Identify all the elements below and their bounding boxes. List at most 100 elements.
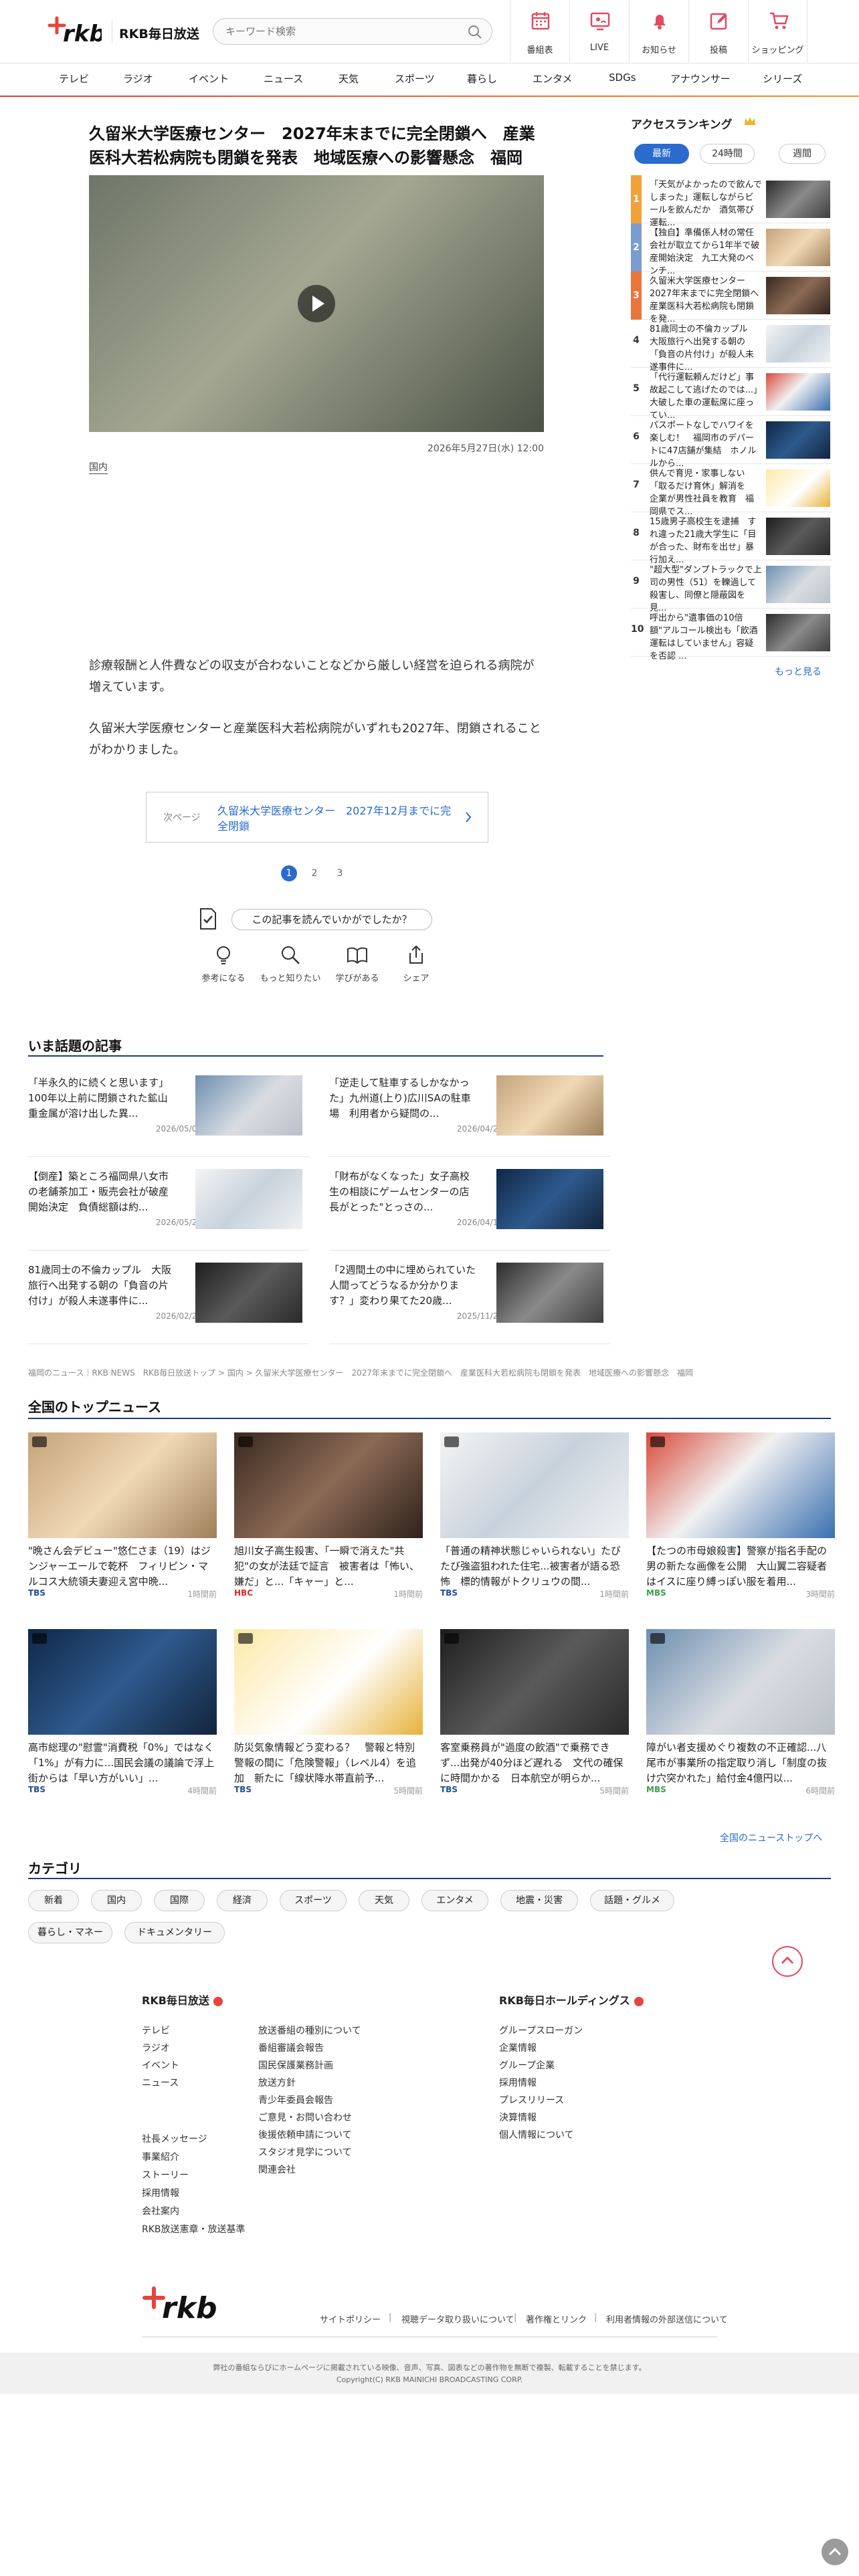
scroll-top-floating-button[interactable] bbox=[822, 2539, 848, 2565]
topnews-card[interactable]: 旭川女子高生殺害、「一瞬で消えた"共犯"の女が法廷で証言 被害者は「怖い、嫌だ」… bbox=[234, 1432, 423, 1600]
breadcrumb[interactable]: 福岡のニュース｜RKB NEWS RKB毎日放送トップ > 国内 > 久留米大学… bbox=[28, 1367, 764, 1378]
nav-notice[interactable]: お知らせ bbox=[629, 0, 688, 64]
nav-live[interactable]: LIVE bbox=[569, 0, 629, 64]
ima-article[interactable]: 「逆走して駐車するしかなかった」九州道(上り)広川SAの駐車場 利用者から疑問の… bbox=[329, 1070, 610, 1157]
footer-holdings-title[interactable]: RKB毎日ホールディングス bbox=[499, 1992, 644, 2008]
topnews-card[interactable]: 障がい者支援めぐり複数の不正確認...八尾市が事業所の指定取り消し「制度の抜け穴… bbox=[646, 1629, 835, 1796]
ranking-item[interactable]: 5 「代行運転頼んだけど」事故起こして逃げたのでは...」大破した車の運転席に座っ… bbox=[631, 368, 832, 421]
ranking-item[interactable]: 8 15歳男子高校生を逮捕 すれ違った21歳大学生に「目が合った、財布を出せ」暴行… bbox=[631, 512, 832, 565]
page-1[interactable]: 1 bbox=[281, 865, 297, 881]
next-page-link[interactable]: 次ページ 久留米大学医療センター 2027年12月までに完全閉鎖 bbox=[146, 792, 488, 843]
cat-weather[interactable]: 天気 bbox=[339, 72, 359, 86]
footer-link[interactable]: 後援依頼申請について bbox=[258, 2128, 352, 2141]
category-chip[interactable]: ドキュメンタリー bbox=[124, 1922, 225, 1943]
ranking-tab-24h[interactable]: 24時間 bbox=[700, 144, 755, 164]
footer-link[interactable]: 企業情報 bbox=[499, 2041, 537, 2054]
footer-link[interactable]: 青少年委員会報告 bbox=[258, 2093, 333, 2107]
cat-entame[interactable]: エンタメ bbox=[533, 72, 573, 86]
ranking-tab-weekly[interactable]: 週間 bbox=[779, 144, 826, 164]
footer-link[interactable]: 採用情報 bbox=[142, 2186, 179, 2199]
page-2[interactable]: 2 bbox=[306, 865, 322, 881]
topnews-card[interactable]: 高市総理の"慰霊"消費税「0%」ではなく「1%」が有力に...国民会議の議論で浮… bbox=[28, 1629, 224, 1796]
footer-link[interactable]: 事業紹介 bbox=[142, 2150, 179, 2163]
nav-program-guide[interactable]: 番組表 bbox=[510, 0, 569, 64]
footer-link[interactable]: 会社案内 bbox=[142, 2204, 179, 2218]
ranking-item[interactable]: 6 パスポートなしでハワイを楽しむ！ 福岡市のデパートに47店舗が集結 ホノルルか… bbox=[631, 416, 832, 469]
category-chip[interactable]: 国内 bbox=[91, 1890, 142, 1911]
cat-sdgs[interactable]: SDGs bbox=[609, 72, 636, 84]
footer-rkb-title[interactable]: RKB毎日放送 bbox=[142, 1992, 223, 2008]
category-chip[interactable]: 新着 bbox=[28, 1890, 79, 1911]
topnews-card[interactable]: 【たつの市母娘殺害】警察が指名手配の男の新たな画像を公開 大山翼二容疑者はイスに… bbox=[646, 1432, 835, 1600]
ranking-item[interactable]: 2 【独自】準備係人材の常任会社が取立てから1年半で破産開始決定 九工大発のベンチ… bbox=[631, 223, 832, 276]
ima-article[interactable]: 【倒産】築ところ福岡県八女市の老舗茶加工・販売会社が破産開始決定 負債総額は約.… bbox=[28, 1164, 309, 1251]
footer-link[interactable]: 採用情報 bbox=[499, 2076, 537, 2089]
brand-name[interactable]: RKB毎日放送 bbox=[119, 24, 199, 42]
footer-rkb-logo[interactable]: rkb bbox=[142, 2284, 222, 2325]
category-chip[interactable]: 経済 bbox=[217, 1890, 268, 1911]
footer-link[interactable]: イベント bbox=[142, 2058, 179, 2072]
topnews-card[interactable]: 防災気象情報どう変わる？ 警報と特別警報の間に「危険警報」（レベル4）を追加 新… bbox=[234, 1629, 423, 1796]
ranking-item[interactable]: 10 呼出から"遺事価の10倍額"アルコール検出も「飲酒運転はしていません」容疑を… bbox=[631, 609, 832, 661]
nav-post[interactable]: 投稿 bbox=[688, 0, 748, 64]
topnews-more-link[interactable]: 全国のニューストップへ bbox=[720, 1831, 822, 1844]
topnews-card[interactable]: "晩さん会デビュー"悠仁さま（19）はジンジャーエールで乾杯 フィリピン・マルコ… bbox=[28, 1432, 217, 1600]
cat-life[interactable]: 暮らし bbox=[467, 72, 497, 86]
category-chip[interactable]: スポーツ bbox=[280, 1890, 347, 1911]
reaction-share[interactable]: シェア bbox=[376, 944, 456, 984]
footer-link[interactable]: グループ企業 bbox=[499, 2058, 555, 2072]
external-transmission-link[interactable]: 利用者情報の外部送信について bbox=[606, 2313, 728, 2325]
category-chip[interactable]: 地震・災害 bbox=[500, 1890, 578, 1911]
footer-link[interactable]: ラジオ bbox=[142, 2041, 170, 2054]
category-chip[interactable]: 暮らし・マネー bbox=[28, 1922, 112, 1943]
cat-sports[interactable]: スポーツ bbox=[395, 72, 435, 86]
footer-link[interactable]: ニュース bbox=[142, 2076, 179, 2089]
footer-link[interactable]: 国民保護業務計画 bbox=[258, 2058, 333, 2072]
footer-link[interactable]: 番組審議会報告 bbox=[258, 2041, 324, 2054]
ima-article[interactable]: 「財布がなくなった」女子高校生の相談にゲームセンターの店長がとった"とっさの..… bbox=[329, 1164, 610, 1251]
cat-event[interactable]: イベント bbox=[189, 72, 229, 86]
ranking-item[interactable]: 3 久留米大学医療センター 2027年末までに完全閉鎖へ 産業医科大若松病院も閉鎖… bbox=[631, 272, 832, 324]
ranking-item[interactable]: 9 "超大型"ダンプトラックで上司の男性（51）を轢過して殺害し、同僚と隠蔽図を見… bbox=[631, 560, 832, 613]
cat-radio[interactable]: ラジオ bbox=[123, 72, 153, 86]
rkb-logo[interactable]: rkb bbox=[47, 16, 102, 45]
nav-shopping[interactable]: ショッピング bbox=[748, 0, 807, 64]
copyright-link[interactable]: 著作権とリンク bbox=[526, 2313, 587, 2325]
footer-link[interactable]: 放送番組の種別について bbox=[258, 2024, 361, 2037]
viewer-data-link[interactable]: 視聴データ取り扱いについて bbox=[401, 2313, 514, 2325]
footer-link[interactable]: RKB放送憲章・放送基準 bbox=[142, 2222, 246, 2236]
cat-tv[interactable]: テレビ bbox=[59, 72, 89, 86]
category-chip[interactable]: 話題・グルメ bbox=[590, 1890, 674, 1911]
ranking-item[interactable]: 1 「天気がよかったので飲んでしまった」運転しながらビールを飲んだか 酒気帯び運転… bbox=[631, 175, 832, 228]
search-icon[interactable] bbox=[468, 25, 482, 39]
footer-link[interactable]: テレビ bbox=[142, 2024, 170, 2037]
ima-article[interactable]: 「半永久的に続くと思います」100年以上前に閉鎖された鉱山 重金属が溶け出した異… bbox=[28, 1070, 309, 1157]
footer-link[interactable]: グループスローガン bbox=[499, 2024, 583, 2037]
cat-news[interactable]: ニュース bbox=[264, 72, 303, 86]
category-chip[interactable]: 国際 bbox=[154, 1890, 205, 1911]
search-box[interactable] bbox=[213, 18, 492, 45]
ranking-tab-latest[interactable]: 最新 bbox=[634, 144, 689, 164]
play-icon[interactable] bbox=[298, 285, 335, 322]
footer-link[interactable]: ストーリー bbox=[142, 2168, 189, 2181]
ranking-item[interactable]: 7 供んで育児・家事しない「取るだけ育休」解消を 企業が男性社員を教育 福岡県でス… bbox=[631, 464, 832, 517]
footer-link[interactable]: 個人情報について bbox=[499, 2128, 574, 2141]
search-input[interactable] bbox=[225, 19, 466, 44]
footer-link[interactable]: スタジオ見学について bbox=[258, 2145, 352, 2159]
ranking-more-link[interactable]: もっと見る bbox=[775, 665, 822, 678]
topnews-card[interactable]: 客室乗務員が"過度の飲酒"で乗務できず...出発が40分ほど遅れる 文代の確保に… bbox=[440, 1629, 629, 1796]
category-chip[interactable]: 天気 bbox=[359, 1890, 409, 1911]
site-policy-link[interactable]: サイトポリシー bbox=[320, 2313, 381, 2325]
footer-link[interactable]: プレスリリース bbox=[499, 2093, 564, 2107]
cat-series[interactable]: シリーズ bbox=[763, 72, 802, 86]
ima-article[interactable]: 81歳同士の不倫カップル 大阪旅行へ出発する朝の「負音の片付け」が殺人未遂事件に… bbox=[28, 1257, 309, 1344]
topnews-card[interactable]: 「普通の精神状態じゃいられない」たびたび強盗狙われた住宅...被害者が語る恐怖 … bbox=[440, 1432, 629, 1600]
scroll-top-button[interactable] bbox=[772, 1946, 803, 1977]
article-tag[interactable]: 国内 bbox=[89, 460, 108, 474]
page-3[interactable]: 3 bbox=[332, 865, 348, 881]
ranking-item[interactable]: 4 81歳同士の不倫カップル 大阪旅行へ出発する朝の「負音の片付け」が殺人未遂事件… bbox=[631, 320, 832, 372]
ima-article[interactable]: 「2週間土の中に埋められていた人間ってどうなるか分かります？」変わり果てた20歳… bbox=[329, 1257, 610, 1344]
footer-link[interactable]: 放送方針 bbox=[258, 2076, 296, 2089]
article-video[interactable] bbox=[89, 175, 544, 432]
footer-link[interactable]: ご意見・お問い合わせ bbox=[258, 2111, 352, 2124]
